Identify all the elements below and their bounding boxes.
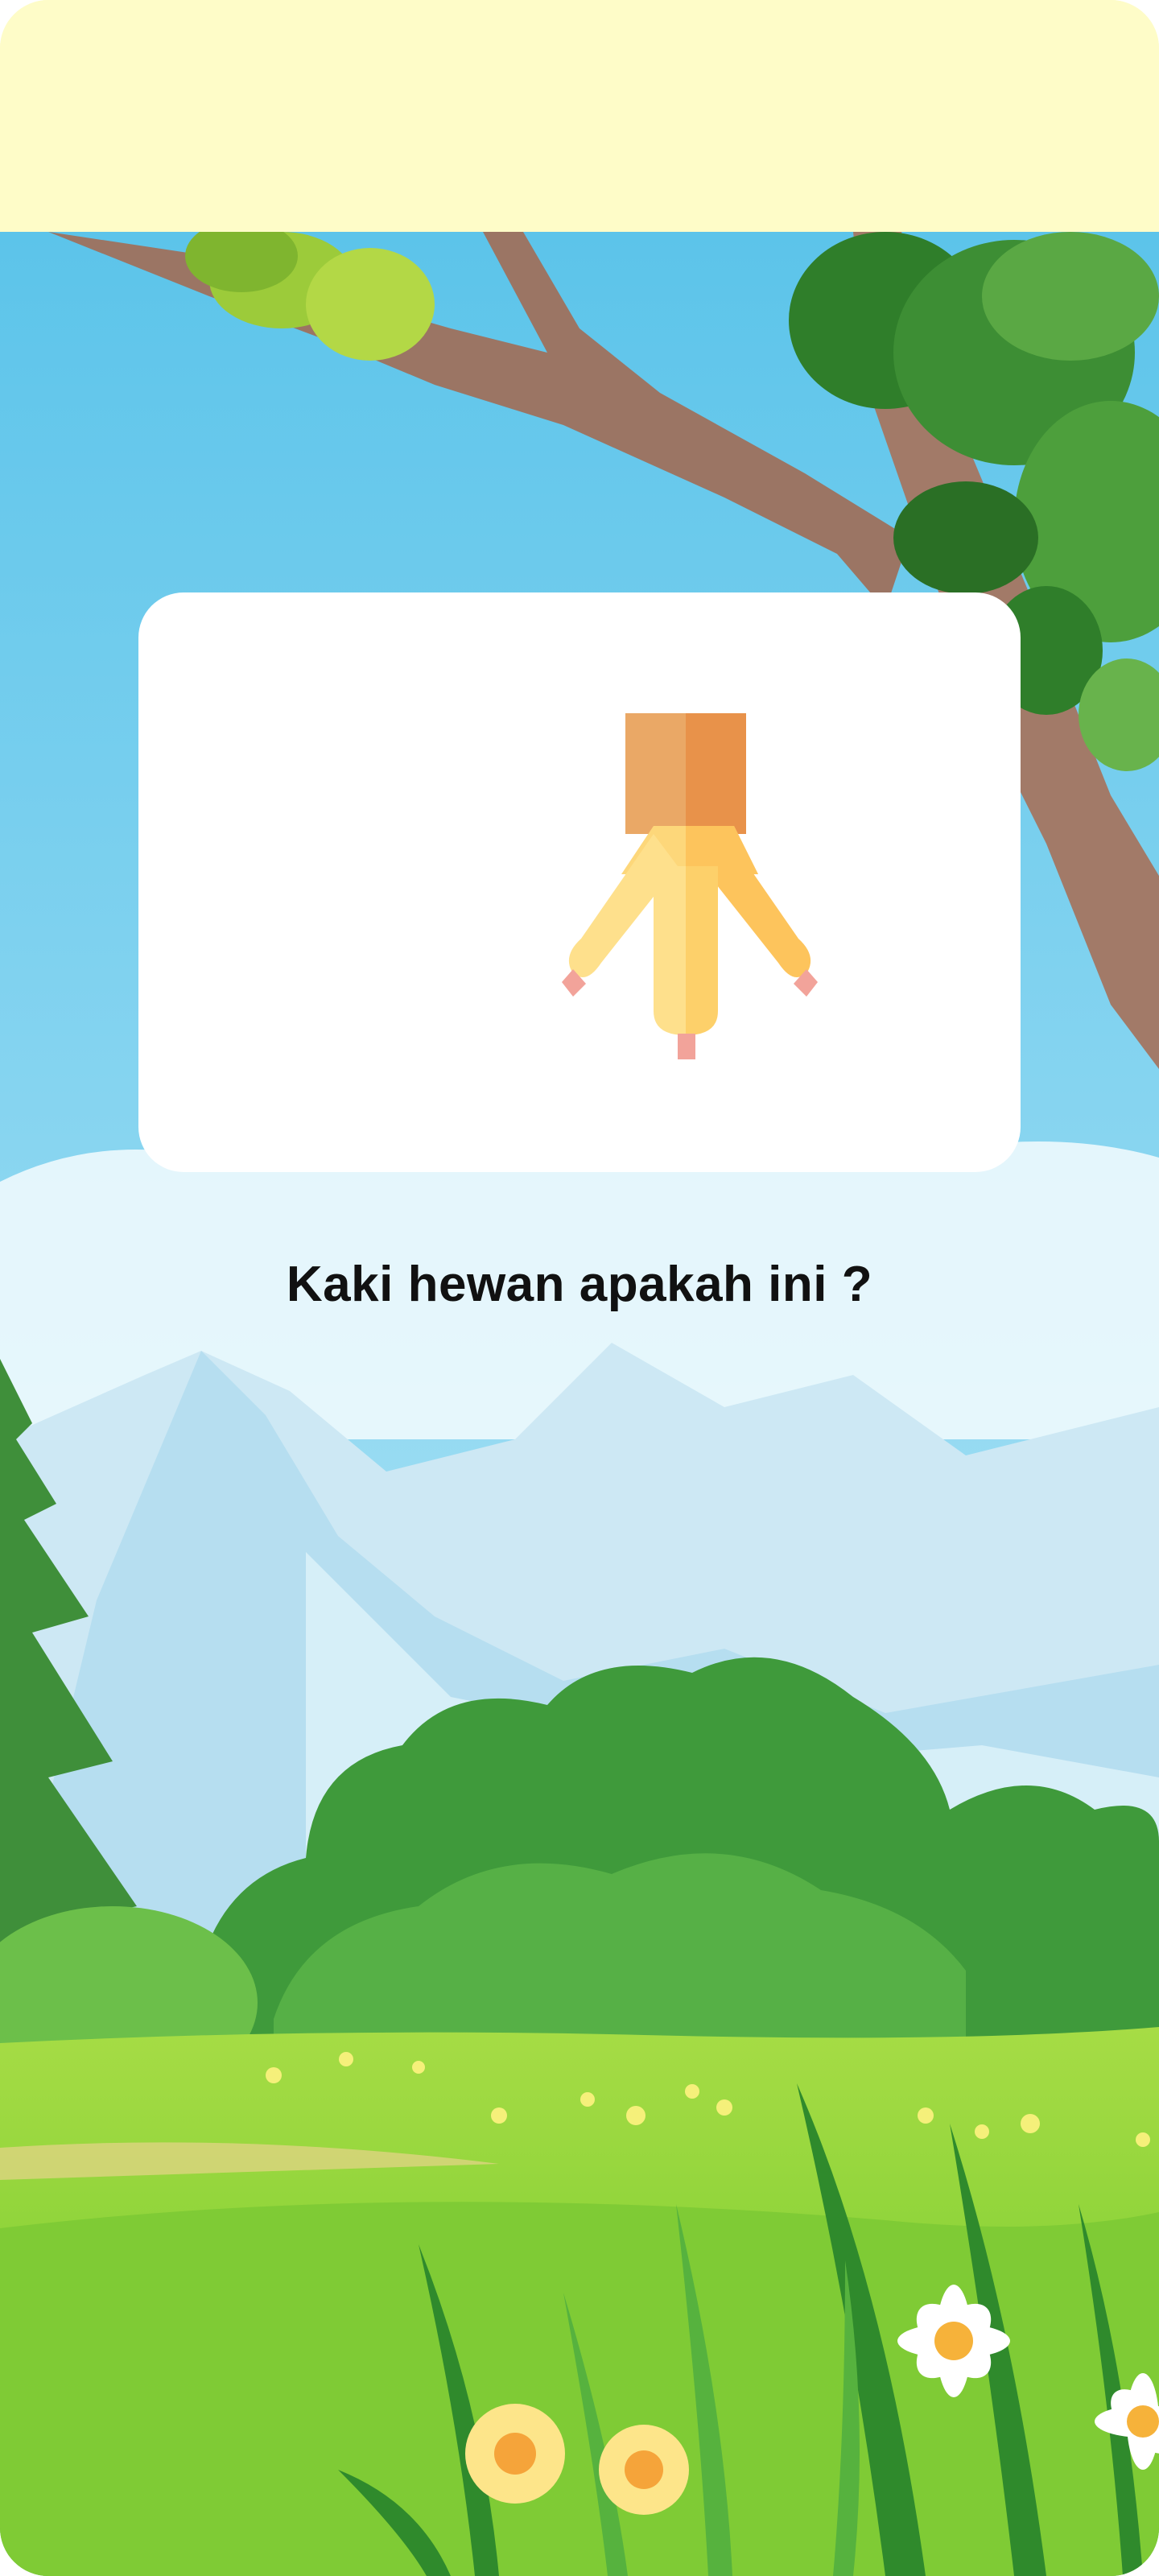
chicken-foot-icon: [562, 713, 818, 1059]
orange-flower: [465, 2404, 565, 2504]
background-scene: [0, 232, 1159, 2576]
orange-flower: [599, 2425, 689, 2515]
top-bar: [0, 0, 1159, 232]
question-card: [138, 592, 1021, 1172]
landscape-illustration: [0, 232, 1159, 2576]
question-text: Kaki hewan apakah ini ?: [286, 1257, 873, 1312]
quiz-screen: Kaki hewan apakah ini ?: [0, 0, 1159, 2576]
